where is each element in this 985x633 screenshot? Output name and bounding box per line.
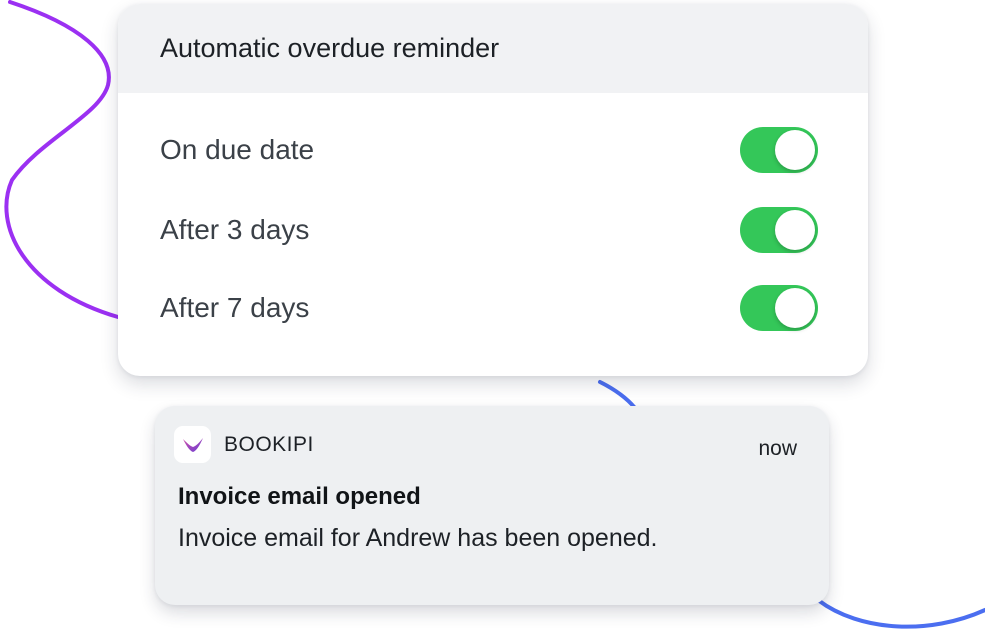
reminder-option-7-days: After 7 days <box>118 283 868 333</box>
toggle-knob <box>775 130 815 170</box>
notification-timestamp: now <box>758 437 797 460</box>
purple-curve <box>4 0 120 319</box>
blue-curve-top <box>598 380 637 410</box>
toggle-knob <box>775 210 815 250</box>
bookipi-logo-icon <box>174 426 211 463</box>
bookipi-checkmark-icon <box>182 437 203 452</box>
after-3-days-toggle[interactable] <box>740 207 818 253</box>
reminder-option-3-days: After 3 days <box>118 205 868 255</box>
overdue-reminder-card: Automatic overdue reminder On due date A… <box>118 4 868 376</box>
notification-app-name: BOOKIPI <box>224 433 314 456</box>
reminder-option-due-date: On due date <box>118 125 868 175</box>
due-date-toggle[interactable] <box>740 127 818 173</box>
reminder-card-title: Automatic overdue reminder <box>160 33 500 63</box>
toggle-knob <box>775 288 815 328</box>
push-notification[interactable]: BOOKIPI now Invoice email opened Invoice… <box>155 406 829 605</box>
reminder-card-header: Automatic overdue reminder <box>118 4 868 93</box>
reminder-option-label: After 7 days <box>160 292 310 323</box>
stage: Automatic overdue reminder On due date A… <box>0 0 985 633</box>
after-7-days-toggle[interactable] <box>740 285 818 331</box>
blue-curve-bottom <box>816 598 985 629</box>
notification-body: Invoice email for Andrew has been opened… <box>178 524 658 552</box>
reminder-option-label: On due date <box>160 134 315 165</box>
reminder-option-label: After 3 days <box>160 214 310 245</box>
notification-title: Invoice email opened <box>178 483 421 510</box>
